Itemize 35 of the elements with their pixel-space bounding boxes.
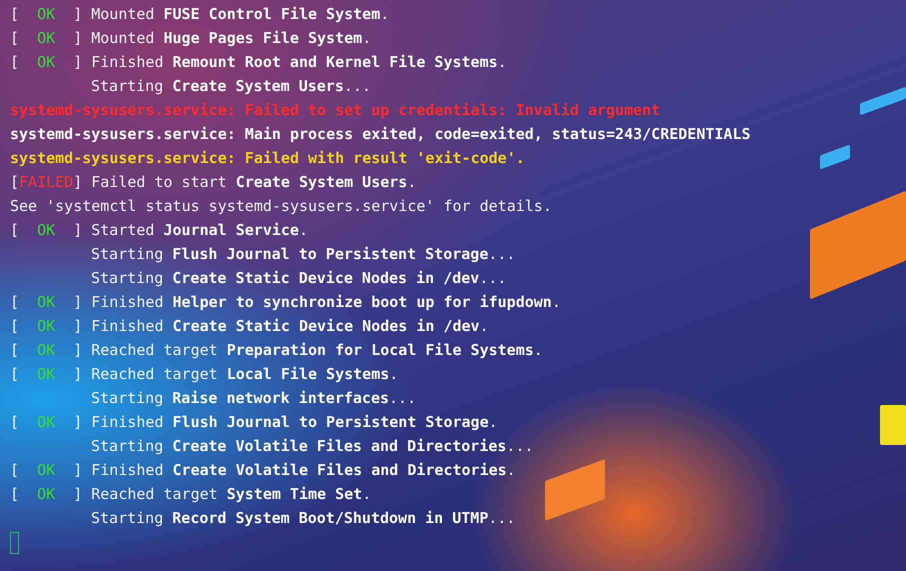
log-message: Finished Create Static Device Nodes in /dev. bbox=[91, 317, 489, 335]
status-tag: [FAILED] bbox=[10, 173, 82, 191]
log-message: Finished Remount Root and Kernel File Systems. bbox=[91, 53, 507, 71]
log-message: Finished Create Volatile Files and Directories. bbox=[91, 461, 516, 479]
log-message: Mounted Huge Pages File System. bbox=[91, 29, 372, 47]
status-tag: [ OK ] bbox=[10, 485, 82, 503]
log-message: Finished Flush Journal to Persistent Storage. bbox=[91, 413, 498, 431]
status-tag: [ OK ] bbox=[10, 29, 82, 47]
log-message: Mounted FUSE Control File System. bbox=[91, 5, 390, 23]
status-tag: [ OK ] bbox=[10, 317, 82, 335]
status-tag: [ OK ] bbox=[10, 461, 82, 479]
log-message: Starting Create Static Device Nodes in /dev... bbox=[90, 269, 506, 287]
log-message: Reached target Preparation for Local File Systems. bbox=[91, 341, 543, 359]
log-message: See 'systemctl status systemd-sysusers.service' for details. bbox=[10, 197, 552, 215]
log-message: systemd-sysusers.service: Main process exited, code=exited, status=243/CREDENTIALS bbox=[10, 125, 751, 143]
log-message: Finished Helper to synchronize boot up for ifupdown. bbox=[91, 293, 561, 311]
log-message: systemd-sysusers.service: Failed to set up credentials: Invalid argument bbox=[10, 101, 660, 119]
status-tag: [ OK ] bbox=[10, 413, 82, 431]
status-tag: [ OK ] bbox=[10, 221, 82, 239]
log-message: Starting Flush Journal to Persistent Storage... bbox=[90, 245, 516, 263]
log-message: Starting Create Volatile Files and Directories... bbox=[90, 437, 534, 455]
log-message: Starting Raise network interfaces... bbox=[90, 389, 416, 407]
log-message: Reached target Local File Systems. bbox=[91, 365, 398, 383]
status-tag: [ OK ] bbox=[10, 365, 82, 383]
status-tag: [ OK ] bbox=[10, 53, 82, 71]
status-tag: [ OK ] bbox=[10, 293, 82, 311]
status-tag: [ OK ] bbox=[10, 341, 82, 359]
log-message: Starting Create System Users... bbox=[90, 77, 371, 95]
log-message: Starting Record System Boot/Shutdown in UTMP... bbox=[90, 509, 516, 527]
log-message: Started Journal Service. bbox=[91, 221, 308, 239]
log-message: Failed to start Create System Users. bbox=[91, 173, 416, 191]
status-tag: [ OK ] bbox=[10, 5, 82, 23]
log-message: systemd-sysusers.service: Failed with result 'exit-code'. bbox=[10, 149, 525, 167]
log-message: Reached target System Time Set. bbox=[91, 485, 372, 503]
cursor-icon bbox=[10, 532, 19, 554]
